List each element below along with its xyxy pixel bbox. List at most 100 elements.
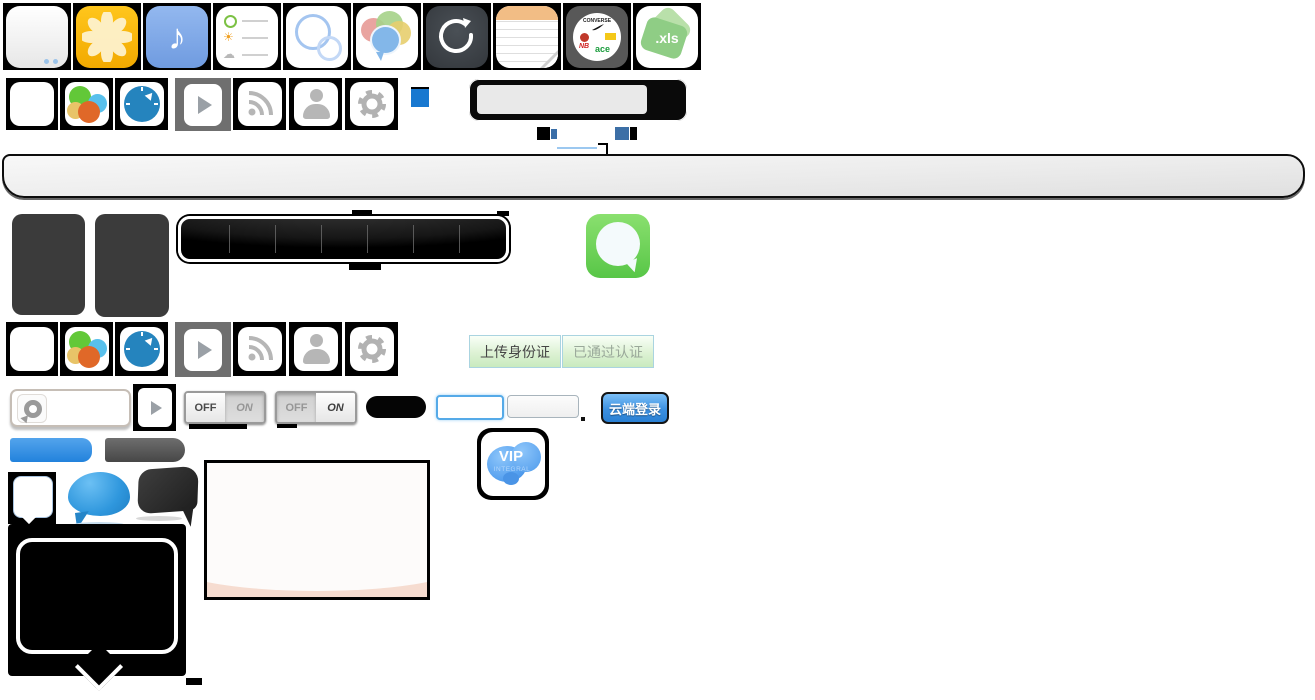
- sprite-canvas: { "glyphs": { "music_note": "♪", "sun": …: [0, 0, 1315, 700]
- verified-button[interactable]: 已通过认证: [562, 335, 654, 368]
- rss-icon[interactable]: [238, 327, 282, 371]
- play-triangle: [198, 341, 212, 359]
- black-bubble-body: [137, 466, 198, 514]
- cloud-login-label: 云端登录: [609, 399, 661, 418]
- messages-app-icon[interactable]: [586, 214, 650, 278]
- person-icon[interactable]: [294, 82, 338, 126]
- colored-circles-icon[interactable]: [65, 82, 109, 126]
- text-field-focused[interactable]: [436, 395, 504, 420]
- blank-app-icon[interactable]: [6, 6, 68, 68]
- sprite-cell-gray: [175, 322, 231, 377]
- blue-speech-bubble: [68, 468, 132, 528]
- blue-bubble-body: [68, 472, 130, 516]
- monkey-logo-dot: [580, 33, 589, 42]
- blue-bar-button[interactable]: [10, 438, 92, 462]
- panel-frame: [204, 460, 430, 600]
- gear-icon[interactable]: [350, 82, 394, 126]
- dot: [44, 59, 49, 64]
- play-triangle: [198, 96, 212, 114]
- search-bar: [469, 79, 687, 121]
- search-input[interactable]: [477, 85, 647, 114]
- black-bubble-shadow: [136, 516, 182, 521]
- toggle-shadow-fragment: [189, 424, 247, 429]
- vip-integral-icon[interactable]: VIP INTEGRAL: [481, 432, 545, 496]
- tooltip-inner-border: [16, 538, 178, 654]
- rss-glyph: [245, 89, 275, 119]
- sprite-cell: [60, 322, 113, 376]
- search-go-button[interactable]: [653, 85, 683, 114]
- play-button-icon[interactable]: [184, 84, 222, 126]
- fragment: [186, 678, 202, 685]
- person-head: [310, 89, 323, 102]
- sprite-cell: [353, 3, 421, 70]
- upload-id-button[interactable]: 上传身份证: [469, 335, 561, 368]
- yellow-chip: [605, 33, 616, 40]
- sprite-cell: CONVERSE NB ace: [563, 3, 631, 70]
- soso-a-icon: [23, 400, 41, 418]
- orange-circle: [78, 101, 100, 123]
- play-button-small[interactable]: [138, 388, 172, 427]
- dog-ear-inner: [544, 54, 558, 68]
- brand-logos-icon[interactable]: CONVERSE NB ace: [566, 6, 628, 68]
- sprite-cell: [3, 3, 71, 70]
- rss-icon[interactable]: [238, 82, 282, 126]
- toggle-switch-off-active[interactable]: OFF ON: [184, 391, 266, 424]
- tick: [154, 103, 158, 105]
- sprite-cell: [60, 78, 113, 130]
- search-logo-box: [17, 394, 47, 423]
- gear-icon[interactable]: [350, 327, 394, 371]
- notepad-icon[interactable]: [496, 6, 558, 68]
- blue-ball-icon[interactable]: [120, 82, 164, 126]
- person-icon[interactable]: [294, 327, 338, 371]
- sprite-cell: [345, 322, 398, 376]
- toggle-on-label: ON: [327, 402, 344, 414]
- toggle-off-side[interactable]: OFF: [277, 393, 316, 422]
- tick: [126, 103, 130, 105]
- gray-bar-button[interactable]: [105, 438, 185, 462]
- music-app-icon[interactable]: ♪: [146, 6, 208, 68]
- white-speech-bubble: [13, 476, 53, 518]
- toggle-switch-on-active[interactable]: OFF ON: [275, 391, 357, 424]
- flower-glyph: [82, 12, 132, 62]
- glossy-black-toolbar[interactable]: [178, 216, 509, 262]
- sprite-cell: ♪: [143, 3, 211, 70]
- blank-small-icon[interactable]: [10, 82, 54, 126]
- blue-ball-icon[interactable]: [120, 327, 164, 371]
- toggle-on-side[interactable]: ON: [316, 393, 355, 422]
- photos-flower-icon[interactable]: [76, 6, 138, 68]
- blank-small-icon[interactable]: [10, 327, 54, 371]
- sprite-cell: [73, 3, 141, 70]
- brand-nb-label: NB: [579, 43, 589, 50]
- circles-app-icon[interactable]: [286, 6, 348, 68]
- cloud-glyph: ☁: [223, 47, 235, 61]
- nike-swoosh: [591, 24, 605, 31]
- toggle-shadow-fragment: [277, 424, 297, 428]
- chat-bubbles-icon[interactable]: [356, 6, 418, 68]
- small-circle: [317, 36, 342, 61]
- toggle-off-side[interactable]: OFF: [186, 393, 225, 422]
- play-button-icon[interactable]: [184, 329, 222, 371]
- fragment-dot: [581, 417, 585, 421]
- dark-panel: [95, 214, 169, 317]
- search-field[interactable]: [10, 389, 131, 427]
- toggle-on-side[interactable]: ON: [225, 393, 264, 422]
- tick: [141, 87, 143, 91]
- refresh-sync-icon[interactable]: [426, 6, 488, 68]
- text-field[interactable]: [507, 395, 579, 418]
- cloud-login-button[interactable]: 云端登录: [601, 392, 669, 424]
- sprite-cell: .xls: [633, 3, 701, 70]
- notepad-header: [496, 6, 558, 20]
- sprite-cell: [289, 322, 342, 376]
- xls-file-icon[interactable]: .xls: [636, 6, 698, 68]
- music-note-glyph: ♪: [168, 16, 186, 58]
- large-black-tooltip: [8, 524, 186, 676]
- white-panel: [207, 463, 427, 597]
- dot: [53, 59, 58, 64]
- vip-cloud-c: [503, 472, 519, 485]
- colored-circles-icon[interactable]: [65, 327, 109, 371]
- toggle-off-label: OFF: [195, 402, 217, 414]
- person-body: [303, 104, 330, 119]
- black-speech-bubble: [136, 466, 202, 524]
- reminders-list-icon[interactable]: ☀ ☁: [216, 6, 278, 68]
- sprite-cell: [6, 322, 58, 376]
